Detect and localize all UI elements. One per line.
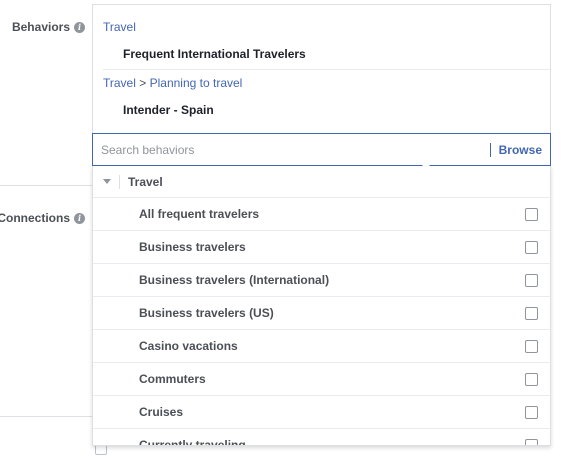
- selected-behaviors-panel: Travel Frequent International Travelers …: [92, 4, 551, 134]
- checkbox[interactable]: [525, 240, 538, 254]
- behaviors-label-text: Behaviors: [11, 20, 70, 34]
- connections-label: Connections i: [0, 211, 85, 225]
- category-label: Travel: [128, 174, 163, 189]
- list-item[interactable]: Currently traveling: [93, 429, 550, 446]
- behaviors-label: Behaviors i: [12, 20, 85, 34]
- path-link-travel[interactable]: Travel: [103, 20, 136, 34]
- section-divider: [0, 185, 95, 186]
- connections-label-text: Connections: [0, 211, 70, 225]
- search-input[interactable]: [93, 141, 490, 158]
- list-item-label: Business travelers (International): [139, 273, 330, 287]
- checkbox[interactable]: [525, 207, 538, 221]
- selected-divider: [103, 69, 550, 70]
- dropdown-pointer: [421, 162, 431, 167]
- path-link-travel[interactable]: Travel: [103, 76, 136, 90]
- info-icon[interactable]: i: [74, 21, 85, 33]
- checkbox[interactable]: [525, 372, 538, 386]
- browse-separator: [489, 142, 491, 157]
- selected-behavior-item: Frequent International Travelers: [123, 47, 306, 61]
- section-divider: [0, 416, 95, 417]
- path-link-planning-to-travel[interactable]: Planning to travel: [150, 76, 243, 90]
- header-separator: [119, 174, 120, 189]
- checkbox[interactable]: [525, 273, 538, 287]
- browse-button[interactable]: Browse: [499, 143, 542, 157]
- info-icon[interactable]: i: [74, 212, 85, 224]
- list-item[interactable]: Business travelers (International): [93, 264, 550, 297]
- list-item[interactable]: Business travelers: [93, 231, 550, 264]
- checkbox[interactable]: [525, 405, 538, 419]
- list-item-label: Cruises: [139, 405, 184, 419]
- list-item[interactable]: Casino vacations: [93, 330, 550, 363]
- selected-behavior-path: Travel > Planning to travel: [103, 76, 540, 90]
- selected-behavior-item: Intender - Spain: [123, 103, 214, 117]
- list-item-label: Currently traveling: [139, 438, 246, 446]
- selected-behavior-path: Travel: [103, 20, 540, 34]
- behaviors-dropdown: Travel All frequent travelers Business t…: [92, 166, 551, 446]
- checkbox[interactable]: [525, 438, 538, 445]
- list-item[interactable]: All frequent travelers: [93, 198, 550, 231]
- selected-behavior: Travel > Planning to travel Intender - S…: [103, 76, 540, 117]
- checkbox[interactable]: [525, 306, 538, 320]
- selected-behavior: Travel Frequent International Travelers: [103, 20, 540, 61]
- list-item-label: Business travelers (US): [139, 306, 274, 320]
- list-item-label: Business travelers: [139, 240, 246, 254]
- behaviors-search-field: Browse: [92, 133, 551, 166]
- checkbox[interactable]: [525, 339, 538, 353]
- list-item-label: Commuters: [139, 372, 206, 386]
- list-item[interactable]: Cruises: [93, 396, 550, 429]
- collapse-triangle-icon[interactable]: [103, 179, 111, 184]
- list-item-label: All frequent travelers: [139, 207, 260, 221]
- path-separator: >: [139, 76, 147, 90]
- list-item[interactable]: Commuters: [93, 363, 550, 396]
- list-item[interactable]: Business travelers (US): [93, 297, 550, 330]
- list-item-label: Casino vacations: [139, 339, 238, 353]
- category-header-travel[interactable]: Travel: [93, 166, 550, 198]
